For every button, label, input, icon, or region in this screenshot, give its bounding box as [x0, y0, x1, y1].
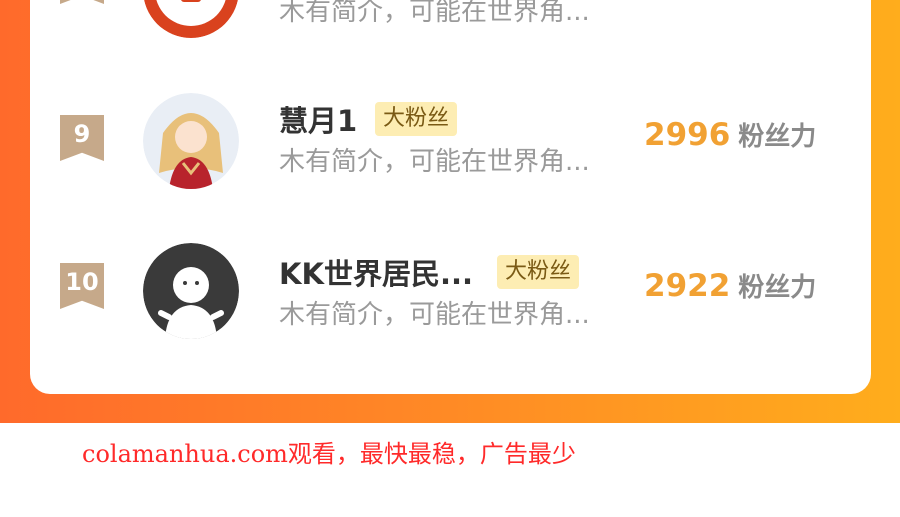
rank-flag: 9: [60, 115, 104, 161]
rank-flag: 10: [60, 263, 104, 309]
user-bio: 木有简介，可能在世界角...: [279, 300, 590, 330]
fan-power-value: 2922: [644, 268, 731, 304]
list-item-partial[interactable]: 木有简介，可能在世界角...: [30, 0, 871, 50]
ranking-card: 木有简介，可能在世界角... 9 慧月1 大粉丝 木有简介，可能在世界角... …: [30, 0, 871, 394]
avatar[interactable]: [143, 243, 239, 339]
user-bio: 木有简介，可能在世界角...: [279, 0, 590, 27]
user-name[interactable]: KK世界居民...: [279, 251, 473, 293]
fan-level-badge: 大粉丝: [375, 102, 458, 136]
fan-level-badge: 大粉丝: [497, 255, 580, 289]
avatar-image: [144, 0, 238, 38]
watermark-text: colamanhua.com观看，最快最稳，广告最少: [82, 440, 576, 468]
rank-flag: [60, 0, 104, 4]
list-item[interactable]: 9 慧月1 大粉丝 木有简介，可能在世界角... 2996 粉丝力: [30, 90, 871, 200]
avatar-image: [143, 93, 239, 189]
default-avatar-icon: [143, 243, 239, 339]
fan-power-unit: 粉丝力: [738, 122, 817, 152]
avatar[interactable]: [143, 93, 239, 189]
fan-power-unit: 粉丝力: [738, 273, 817, 303]
user-bio: 木有简介，可能在世界角...: [279, 147, 590, 177]
avatar[interactable]: [143, 0, 239, 38]
user-name[interactable]: 慧月1: [279, 98, 357, 140]
fan-power-value: 2996: [644, 117, 731, 153]
ranking-frame: 木有简介，可能在世界角... 9 慧月1 大粉丝 木有简介，可能在世界角... …: [0, 0, 900, 423]
list-item[interactable]: 10 KK世界居民... 大粉丝 木有简介，可能在世界角... 2922 粉丝力: [30, 243, 871, 353]
fan-power-score: 2996 粉丝力: [644, 116, 816, 153]
fan-power-score: 2922 粉丝力: [644, 267, 816, 304]
